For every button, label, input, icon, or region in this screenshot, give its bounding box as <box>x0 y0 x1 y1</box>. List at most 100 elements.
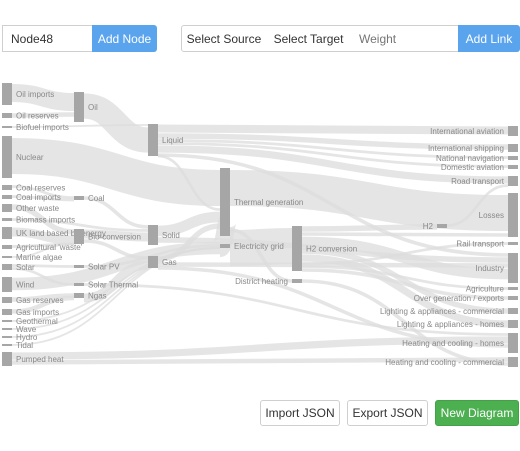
node-biomass_imports[interactable] <box>2 218 12 221</box>
node-lighting_commercial[interactable] <box>508 308 518 314</box>
node-label-ngas: Ngas <box>88 292 107 301</box>
node-gas[interactable] <box>148 256 158 268</box>
node-coal[interactable] <box>74 196 84 200</box>
node-oil[interactable] <box>74 92 84 122</box>
node-label-oil_reserves: Oil reserves <box>16 112 59 121</box>
node-marine_algae[interactable] <box>2 256 12 258</box>
node-label-other_waste: Other waste <box>16 204 60 213</box>
node-label-oil: Oil <box>88 103 98 112</box>
node-label-gas_imports: Gas imports <box>16 308 59 317</box>
node-label-district_heating: District heating <box>235 277 288 286</box>
node-label-gas: Gas <box>162 258 177 267</box>
node-label-biofuel_imports: Biofuel imports <box>16 123 69 132</box>
link-h2_conversion-to-losses[interactable] <box>301 232 509 237</box>
node-hydro[interactable] <box>2 336 12 338</box>
node-bio_conversion[interactable] <box>74 229 84 244</box>
node-liquid[interactable] <box>148 124 158 156</box>
node-lighting_homes[interactable] <box>508 320 518 328</box>
node-label-h2: H2 <box>423 222 434 231</box>
node-electricity_grid[interactable] <box>220 244 230 248</box>
node-gas_imports[interactable] <box>2 309 12 315</box>
node-label-solid: Solid <box>162 231 180 240</box>
node-oil_imports[interactable] <box>2 83 12 105</box>
add-link-button[interactable]: Add Link <box>458 25 520 52</box>
link-h2_conversion-to-h2[interactable] <box>301 224 438 232</box>
node-label-coal_imports: Coal imports <box>16 193 61 202</box>
node-solid[interactable] <box>148 225 158 245</box>
node-nuclear[interactable] <box>2 136 12 178</box>
node-label-bio_conversion: Bio-conversion <box>88 233 141 242</box>
import-json-button[interactable]: Import JSON <box>260 400 340 426</box>
select-source-button[interactable]: Select Source <box>181 25 267 52</box>
export-json-button[interactable]: Export JSON <box>347 400 428 426</box>
node-agri_waste[interactable] <box>2 245 12 249</box>
node-label-oil_imports: Oil imports <box>16 90 54 99</box>
node-label-biomass_imports: Biomass imports <box>16 216 75 225</box>
node-losses[interactable] <box>508 193 518 237</box>
node-oil_reserves[interactable] <box>2 113 12 118</box>
node-label-domestic_aviation: Domestic aviation <box>441 163 504 172</box>
node-pumped_heat[interactable] <box>2 352 12 366</box>
node-label-tidal: Tidal <box>16 341 33 350</box>
node-intl_aviation[interactable] <box>508 126 518 136</box>
node-h2_conversion[interactable] <box>292 226 302 271</box>
node-label-liquid: Liquid <box>162 136 183 145</box>
node-heating_homes[interactable] <box>508 333 518 353</box>
node-thermal_generation[interactable] <box>220 168 230 236</box>
sankey-diagram[interactable]: Oil imports Oil reserves Biofuel imports Nu… <box>0 70 520 370</box>
node-biofuel_imports[interactable] <box>2 126 12 128</box>
node-solar_thermal[interactable] <box>74 283 84 286</box>
node-label-agri_waste: Agricultural 'waste' <box>16 243 83 252</box>
node-heating_commercial[interactable] <box>508 357 518 367</box>
node-agriculture[interactable] <box>508 287 518 290</box>
node-national_navigation[interactable] <box>508 156 518 160</box>
node-ngas[interactable] <box>74 293 84 298</box>
node-label-solar: Solar <box>16 263 35 272</box>
node-label-over_generation: Over generation / exports <box>414 294 504 303</box>
node-label-solar_thermal: Solar Thermal <box>88 281 138 290</box>
node-label-heating_commercial: Heating and cooling - commercial <box>385 358 504 367</box>
add-node-button[interactable]: Add Node <box>92 25 157 52</box>
node-tidal[interactable] <box>2 344 12 346</box>
node-over_generation[interactable] <box>508 296 518 300</box>
node-label-coal: Coal <box>88 194 105 203</box>
new-diagram-button[interactable]: New Diagram <box>435 400 519 426</box>
node-district_heating[interactable] <box>292 279 302 283</box>
node-label-thermal_generation: Thermal generation <box>234 198 303 207</box>
weight-input[interactable] <box>351 25 459 52</box>
node-label-wind: Wind <box>16 281 34 290</box>
node-solar[interactable] <box>2 264 12 270</box>
node-industry[interactable] <box>508 253 518 283</box>
node-gas_reserves[interactable] <box>2 297 12 303</box>
node-coal_imports[interactable] <box>2 195 12 199</box>
node-label-agriculture: Agriculture <box>466 285 505 294</box>
select-target-button[interactable]: Select Target <box>266 25 352 52</box>
node-h2[interactable] <box>437 224 447 228</box>
node-label-solar_pv: Solar PV <box>88 263 120 272</box>
node-label-road_transport: Road transport <box>451 177 505 186</box>
node-label-electricity_grid: Electricity grid <box>234 242 284 251</box>
node-coal_reserves[interactable] <box>2 185 12 190</box>
node-label-intl_aviation: International aviation <box>430 127 504 136</box>
node-wave[interactable] <box>2 328 12 330</box>
node-name-input[interactable] <box>2 25 93 52</box>
node-label-gas_reserves: Gas reserves <box>16 296 64 305</box>
node-label-lighting_commercial: Lighting & appliances - commercial <box>380 307 504 316</box>
node-label-coal_reserves: Coal reserves <box>16 184 65 193</box>
node-rail_transport[interactable] <box>508 242 518 245</box>
node-label-losses: Losses <box>479 211 504 220</box>
node-intl_shipping[interactable] <box>508 144 518 152</box>
node-label-heating_homes: Heating and cooling - homes <box>402 339 504 348</box>
node-label-intl_shipping: International shipping <box>428 144 504 153</box>
node-wind[interactable] <box>2 277 12 292</box>
node-uk_land[interactable] <box>2 227 12 239</box>
node-label-industry: Industry <box>476 264 504 273</box>
node-label-pumped_heat: Pumped heat <box>16 355 64 364</box>
node-domestic_aviation[interactable] <box>508 165 518 169</box>
node-label-rail_transport: Rail transport <box>456 240 504 249</box>
node-solar_pv[interactable] <box>74 265 84 268</box>
node-road_transport[interactable] <box>508 176 518 186</box>
node-other_waste[interactable] <box>2 204 12 212</box>
node-geothermal[interactable] <box>2 320 12 322</box>
node-label-lighting_homes: Lighting & appliances - homes <box>397 320 504 329</box>
